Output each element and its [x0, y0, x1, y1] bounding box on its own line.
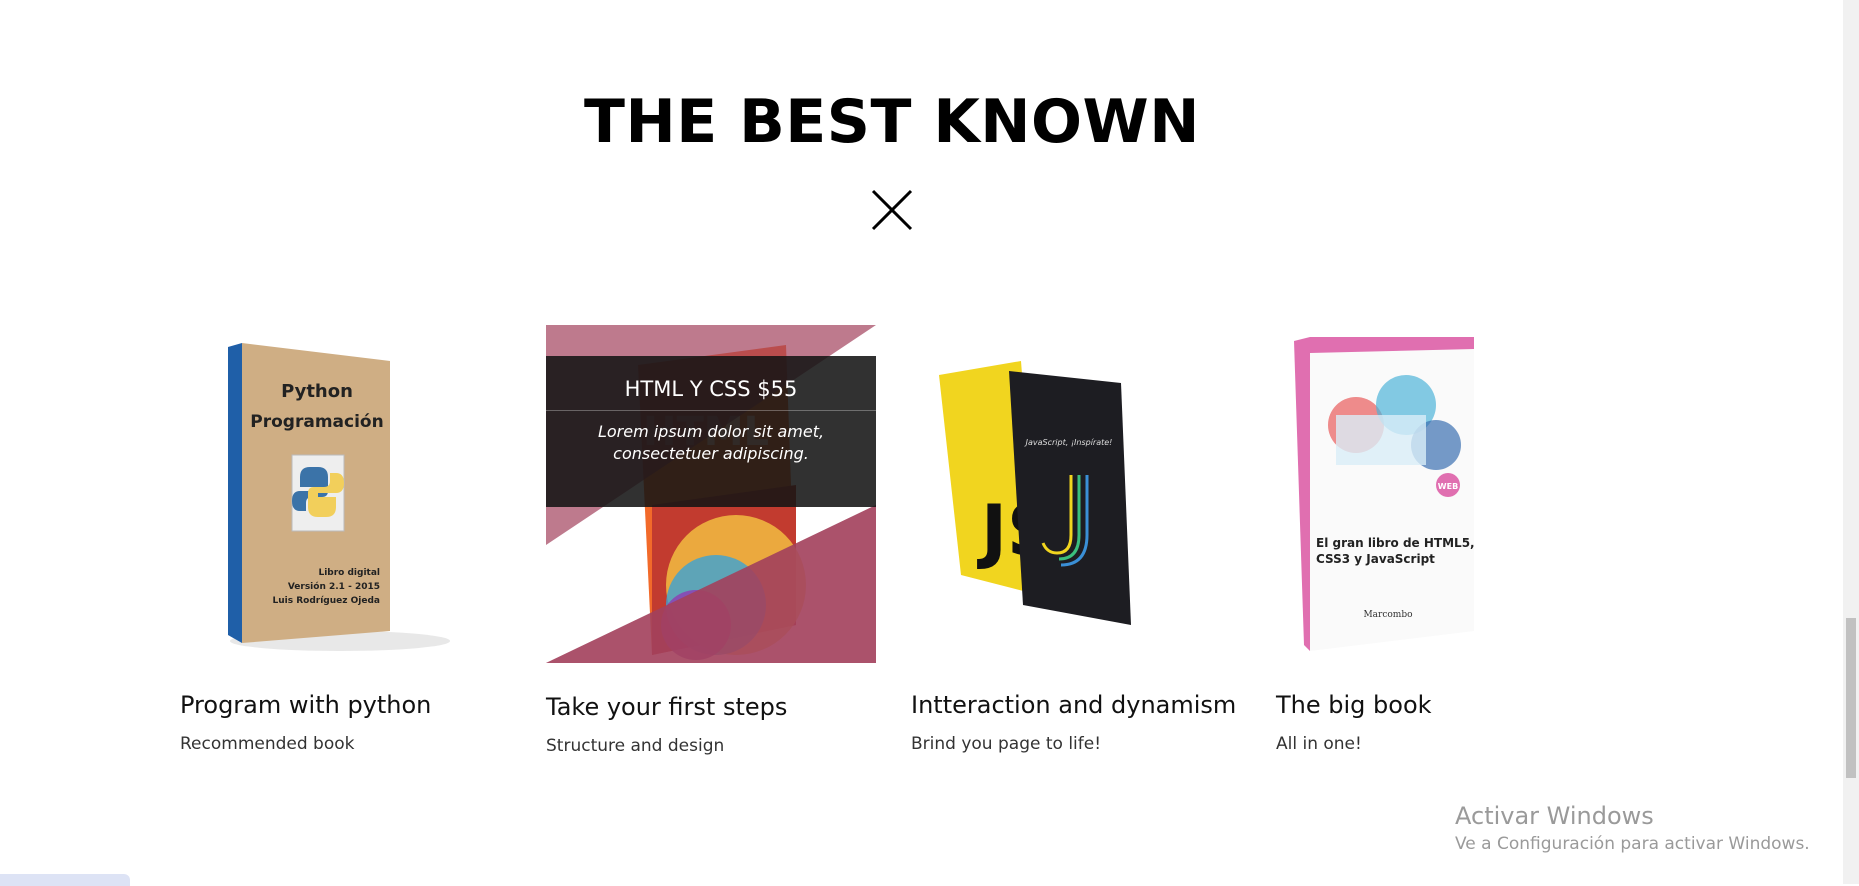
book-card-html-css[interactable]: HTML HTML Y CSS $55 Lorem ipsum dolor si… — [546, 325, 876, 756]
book-card-big-book[interactable]: WEB El gran libro de HTML5, CSS3 y JavaS… — [1276, 325, 1606, 754]
python-cover-line3: Luis Rodríguez Ojeda — [273, 596, 380, 606]
python-cover-line1: Libro digital — [318, 568, 380, 578]
book-title[interactable]: Intteraction and dynamism — [911, 691, 1236, 719]
activation-watermark-title: Activar Windows — [1455, 802, 1654, 830]
activation-watermark-subtitle: Ve a Configuración para activar Windows. — [1455, 834, 1810, 854]
book-title[interactable]: The big book — [1276, 691, 1432, 719]
book-info-box: HTML Y CSS $55 Lorem ipsum dolor sit ame… — [546, 356, 876, 507]
book-card-javascript[interactable]: JS JavaScript, ¡Inspírate! Intteraction … — [911, 325, 1241, 754]
book-subtitle: Brind you page to life! — [911, 734, 1102, 754]
book-cover-javascript[interactable]: JS JavaScript, ¡Inspírate! — [911, 325, 1241, 663]
book-subtitle: All in one! — [1276, 734, 1362, 754]
big-book-cover-title1: El gran libro de HTML5, — [1316, 536, 1475, 550]
book-subtitle: Structure and design — [546, 736, 725, 756]
book-card-python[interactable]: Python Programación Libro digital Versió… — [180, 325, 510, 754]
scrollbar-thumb[interactable] — [1846, 618, 1856, 778]
web-badge-text: WEB — [1438, 482, 1458, 491]
book-title[interactable]: Take your first steps — [546, 693, 787, 721]
book-subtitle: Recommended book — [180, 734, 355, 754]
publisher-text: Marcombo — [1363, 610, 1412, 620]
book-description: Lorem ipsum dolor sit amet, consectetuer… — [597, 422, 825, 463]
page-title: THE BEST KNOWN — [584, 87, 1200, 157]
book-cover-html-css[interactable]: HTML HTML Y CSS $55 Lorem ipsum dolor si… — [546, 325, 876, 663]
book-title[interactable]: Program with python — [180, 691, 431, 719]
python-cover-title: Python — [281, 381, 353, 402]
python-cover-subtitle: Programación — [250, 412, 383, 432]
close-icon[interactable] — [871, 189, 913, 231]
python-cover-line2: Versión 2.1 - 2015 — [288, 581, 380, 592]
vertical-scrollbar[interactable] — [1843, 0, 1859, 884]
status-bar-url — [0, 874, 130, 886]
book-cover-big-book[interactable]: WEB El gran libro de HTML5, CSS3 y JavaS… — [1276, 325, 1606, 663]
book-price-title[interactable]: HTML Y CSS $55 — [546, 356, 876, 411]
big-book-cover-title2: CSS3 y JavaScript — [1316, 552, 1435, 566]
book-cover-python[interactable]: Python Programación Libro digital Versió… — [180, 325, 510, 663]
js-cover-text: JavaScript, ¡Inspírate! — [1024, 438, 1113, 447]
